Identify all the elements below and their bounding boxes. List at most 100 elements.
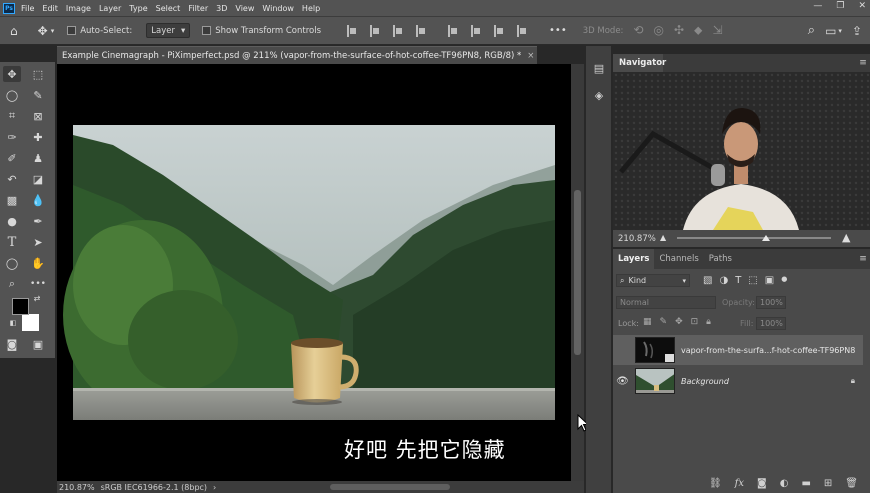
- close-tab-icon[interactable]: ×: [527, 51, 534, 61]
- home-icon[interactable]: ⌂: [10, 24, 18, 38]
- eyedropper-tool-icon[interactable]: ✑: [3, 129, 21, 145]
- document-canvas[interactable]: [57, 64, 571, 481]
- auto-select-checkbox[interactable]: Auto-Select:: [67, 26, 132, 36]
- trash-icon[interactable]: 🗑︎: [845, 478, 858, 489]
- status-zoom[interactable]: 210.87%: [59, 483, 95, 492]
- align-center-icon[interactable]: [370, 24, 380, 37]
- horizontal-scroll-thumb[interactable]: [330, 484, 450, 490]
- path-selection-tool-icon[interactable]: ➤: [29, 234, 47, 250]
- slide-3d-icon[interactable]: ⬥: [694, 23, 702, 38]
- panel-menu-icon[interactable]: ≡: [858, 58, 868, 68]
- menu-edit[interactable]: Edit: [42, 4, 58, 13]
- move-tool-icon[interactable]: ✥: [3, 66, 21, 82]
- distribute-spacing-icon[interactable]: [517, 24, 527, 37]
- status-menu-icon[interactable]: ›: [213, 483, 216, 492]
- lock-all-icon[interactable]: 🔒︎: [706, 317, 711, 327]
- screen-mode-icon[interactable]: ▣: [29, 336, 47, 352]
- quick-select-tool-icon[interactable]: ✎: [29, 87, 47, 103]
- marquee-tool-icon[interactable]: ⬚: [29, 66, 47, 82]
- tab-paths[interactable]: Paths: [704, 249, 737, 269]
- chevron-down-icon[interactable]: ▾: [838, 27, 842, 35]
- menu-3d[interactable]: 3D: [216, 4, 227, 13]
- menu-file[interactable]: File: [21, 4, 34, 13]
- healing-brush-tool-icon[interactable]: ✚: [29, 129, 47, 145]
- properties-panel-icon[interactable]: ◈: [592, 88, 606, 102]
- lasso-tool-icon[interactable]: ◯: [3, 87, 21, 103]
- close-window-button[interactable]: ✕: [858, 1, 866, 11]
- history-brush-tool-icon[interactable]: ↶: [3, 171, 21, 187]
- roll-3d-icon[interactable]: ◎: [653, 23, 663, 38]
- filter-toggle-icon[interactable]: ●: [781, 275, 787, 286]
- menu-image[interactable]: Image: [66, 4, 91, 13]
- filter-pixel-icon[interactable]: ▧: [703, 275, 712, 286]
- auto-select-dropdown[interactable]: Layer ▾: [146, 23, 191, 38]
- workspace-icon[interactable]: ▭: [825, 24, 836, 38]
- filter-shape-icon[interactable]: ⬚: [748, 275, 757, 286]
- blend-mode-dropdown[interactable]: Normal: [616, 296, 716, 309]
- lock-artboard-icon[interactable]: ⊡: [691, 317, 699, 327]
- more-tools-icon[interactable]: •••: [29, 276, 47, 292]
- zoom-slider[interactable]: [677, 237, 831, 239]
- new-layer-icon[interactable]: ⊞: [824, 478, 832, 489]
- vertical-scroll-thumb[interactable]: [574, 190, 581, 355]
- zoom-in-icon[interactable]: ▲: [842, 231, 850, 244]
- layer-filter-dropdown[interactable]: ⌕ Kind ▾: [616, 274, 690, 287]
- more-options-button[interactable]: •••: [549, 25, 567, 36]
- menu-select[interactable]: Select: [156, 4, 181, 13]
- show-transform-checkbox[interactable]: Show Transform Controls: [202, 26, 321, 36]
- chevron-down-icon[interactable]: ▾: [51, 27, 55, 35]
- zoom-tool-icon[interactable]: ⌕: [3, 276, 21, 292]
- menu-layer[interactable]: Layer: [99, 4, 121, 13]
- layer-name[interactable]: Background: [681, 377, 729, 386]
- layer-row[interactable]: 👁︎ Background 🔒︎: [613, 366, 863, 396]
- link-icon[interactable]: ⛓: [709, 478, 722, 489]
- orbit-3d-icon[interactable]: ⟲: [633, 23, 643, 38]
- frame-tool-icon[interactable]: ⊠: [29, 108, 47, 124]
- restore-button[interactable]: ❐: [836, 1, 844, 11]
- adjustment-icon[interactable]: ◐: [780, 478, 789, 489]
- align-bottom-icon[interactable]: [471, 24, 481, 37]
- history-panel-icon[interactable]: ▤: [592, 61, 606, 75]
- minimize-button[interactable]: —: [813, 1, 822, 11]
- lock-transparent-icon[interactable]: ▦: [643, 317, 652, 327]
- shape-tool-icon[interactable]: ◯: [3, 255, 21, 271]
- navigator-preview[interactable]: [613, 72, 870, 230]
- layers-panel-menu-icon[interactable]: ≡: [858, 254, 868, 264]
- crop-tool-icon[interactable]: ⌗: [3, 108, 21, 124]
- menu-help[interactable]: Help: [302, 4, 320, 13]
- blur-tool-icon[interactable]: 💧: [29, 192, 47, 208]
- swap-colors-icon[interactable]: ⇄: [32, 293, 42, 303]
- zoom-slider-handle[interactable]: [762, 235, 770, 241]
- filter-type-icon[interactable]: T: [735, 275, 741, 286]
- foreground-color-swatch[interactable]: [12, 298, 29, 315]
- hand-tool-icon[interactable]: ✋: [29, 255, 47, 271]
- fx-icon[interactable]: fx: [735, 478, 744, 489]
- navigator-zoom-value[interactable]: 210.87%: [618, 234, 656, 244]
- tab-layers[interactable]: Layers: [613, 249, 655, 269]
- align-right-icon[interactable]: [393, 24, 403, 37]
- filter-adjustment-icon[interactable]: ◑: [719, 275, 728, 286]
- folder-icon[interactable]: ▬: [801, 478, 810, 489]
- dodge-tool-icon[interactable]: ●: [3, 213, 21, 229]
- visibility-toggle-empty[interactable]: [613, 335, 632, 365]
- pan-3d-icon[interactable]: ✣: [674, 23, 684, 38]
- gradient-tool-icon[interactable]: ▩: [3, 192, 21, 208]
- menu-view[interactable]: View: [235, 4, 254, 13]
- pen-tool-icon[interactable]: ✒: [29, 213, 47, 229]
- quick-mask-icon[interactable]: ◙: [3, 336, 21, 352]
- background-color-swatch[interactable]: [22, 314, 39, 331]
- default-colors-icon[interactable]: ◧: [8, 318, 18, 328]
- menu-window[interactable]: Window: [262, 4, 294, 13]
- align-top-icon[interactable]: [416, 24, 426, 37]
- layer-row[interactable]: vapor-from-the-surfa...f-hot-coffee-TF96…: [613, 335, 863, 365]
- align-left-icon[interactable]: [347, 24, 357, 37]
- share-icon[interactable]: ⇪: [852, 24, 862, 38]
- zoom-out-icon[interactable]: ▲: [660, 233, 666, 242]
- clone-stamp-tool-icon[interactable]: ♟: [29, 150, 47, 166]
- navigator-tab[interactable]: Navigator: [613, 54, 666, 72]
- filter-smart-object-icon[interactable]: ▣: [765, 275, 774, 286]
- move-tool-icon[interactable]: ✥: [38, 24, 48, 38]
- type-tool-icon[interactable]: T: [3, 234, 21, 250]
- distribute-icon[interactable]: [494, 24, 504, 37]
- lock-image-icon[interactable]: ✎: [660, 317, 668, 327]
